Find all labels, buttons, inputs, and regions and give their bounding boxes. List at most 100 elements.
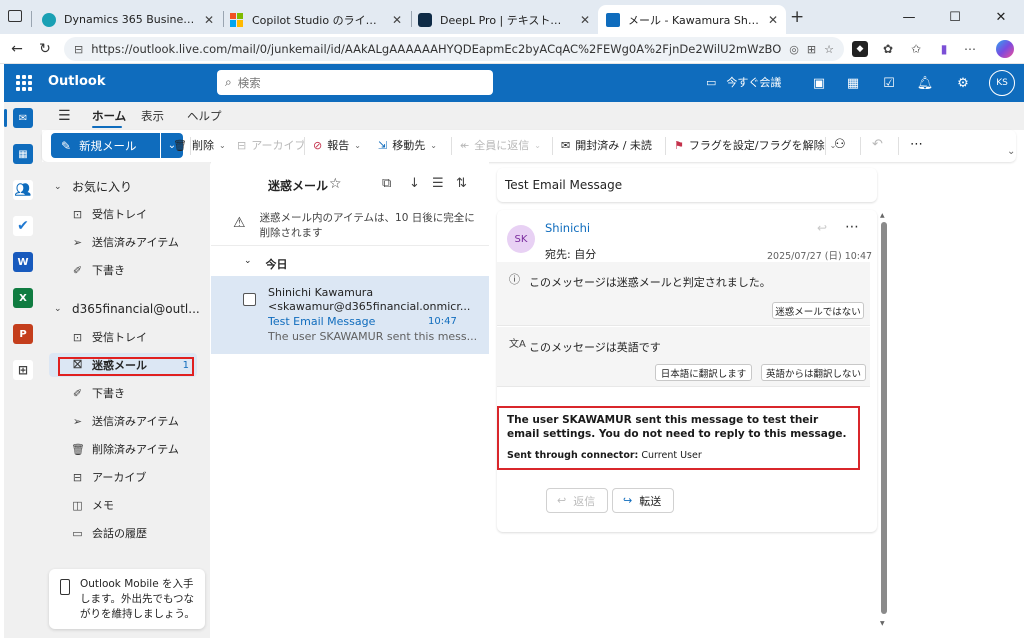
extensions-puzzle-icon[interactable]: ✿ xyxy=(880,41,896,57)
account-group[interactable]: ⌄ d365financial@outl... xyxy=(54,302,200,316)
more-actions-icon[interactable]: ⋯ xyxy=(910,137,923,152)
maximize-icon[interactable]: ☐ xyxy=(932,0,978,34)
select-mode-icon[interactable]: ⧉ xyxy=(382,176,391,191)
browser-tab-deepl[interactable]: DeepL Pro | テキスト、Wordその他の ✕ xyxy=(410,5,598,34)
settings-gear-icon[interactable]: ⚙ xyxy=(954,73,972,93)
browser-tab-dynamics[interactable]: Dynamics 365 Business Central ✕ xyxy=(34,5,222,34)
folder-notes[interactable]: ◫ メモ xyxy=(49,493,197,517)
favorites-icon[interactable]: ✩ xyxy=(908,41,924,57)
dynamics-favicon-icon xyxy=(42,12,56,27)
address-bar[interactable]: ⊟ https://outlook.live.com/mail/0/junkem… xyxy=(64,37,844,61)
word-icon[interactable]: W xyxy=(13,252,33,272)
folder-deleted[interactable]: 🗑︎ 削除済みアイテム xyxy=(49,437,197,461)
move-to-button[interactable]: ⇲ 移動先 ⌄ xyxy=(378,137,437,153)
copilot-icon[interactable] xyxy=(996,40,1014,58)
read-unread-button[interactable]: ✉ 開封済み / 未読 xyxy=(561,137,652,153)
to-value[interactable]: 自分 xyxy=(574,248,596,261)
todo-icon[interactable]: ☑ xyxy=(880,73,898,93)
sort-icon[interactable]: ⇅ xyxy=(456,176,467,191)
profile-extension-icon[interactable]: ▮ xyxy=(936,41,952,57)
ribbon-collapse-chevron-icon[interactable]: ⌄ xyxy=(1007,146,1015,157)
back-icon[interactable]: ← xyxy=(6,39,28,59)
close-tab-icon[interactable]: ✕ xyxy=(768,13,778,27)
browser-tab-copilot[interactable]: Copilot Studio のライセンス - Micro ✕ xyxy=(222,5,410,34)
folder-drafts[interactable]: ✐ 下書き xyxy=(49,381,197,405)
excel-icon[interactable]: X xyxy=(13,288,33,308)
folder-conversation-history[interactable]: ▭ 会話の履歴 xyxy=(49,521,197,545)
scroll-down-icon[interactable]: ▼ xyxy=(880,620,885,627)
sender-name[interactable]: Shinichi xyxy=(545,221,590,235)
folder-inbox[interactable]: ⊡ 受信トレイ xyxy=(49,325,197,349)
refresh-icon[interactable]: ↻ xyxy=(34,39,56,59)
onenote-icon[interactable]: ▦ xyxy=(844,73,862,93)
split-screen-icon[interactable]: ⊞ xyxy=(807,43,816,56)
scroll-up-icon[interactable]: ▲ xyxy=(880,212,885,219)
search-box[interactable]: ⌕ xyxy=(217,70,493,95)
delete-button[interactable]: 🗑︎ 削除 ⌄ xyxy=(173,137,226,153)
calendar-icon[interactable]: ▦ xyxy=(13,144,33,164)
app-launcher-icon[interactable] xyxy=(14,73,34,93)
tab-view[interactable]: 表示 xyxy=(141,108,164,124)
favorites-group[interactable]: ⌄ お気に入り xyxy=(54,178,132,195)
date-group-header[interactable]: ⌄ 今日 xyxy=(244,256,288,272)
translate-button[interactable]: 日本語に翻訳します xyxy=(655,364,752,381)
report-button[interactable]: ⊘ 報告 ⌄ xyxy=(313,137,361,153)
flag-button[interactable]: ⚑ フラグを設定/フラグを解除 ⌄ xyxy=(674,137,836,153)
close-tab-icon[interactable]: ✕ xyxy=(204,13,214,27)
site-info-icon[interactable]: ⊟ xyxy=(74,43,83,56)
account-avatar[interactable]: KS xyxy=(989,70,1015,96)
item-subject: Test Email Message xyxy=(268,315,376,328)
close-tab-icon[interactable]: ✕ xyxy=(580,13,590,27)
meet-now-button[interactable]: ▭ 今すぐ会議 xyxy=(706,74,781,90)
search-input[interactable] xyxy=(237,75,485,90)
mail-icon[interactable]: ✉ xyxy=(13,108,33,128)
hamburger-menu-icon[interactable]: ☰ xyxy=(58,108,71,124)
sender-avatar[interactable]: SK xyxy=(507,225,535,253)
apps-icon[interactable]: ⚇ xyxy=(834,137,846,152)
folder-sent[interactable]: ➢ 送信済みアイテム xyxy=(49,409,197,433)
reply-all-button[interactable]: ↞ 全員に返信 ⌄ xyxy=(460,137,541,153)
favorite-star-icon[interactable]: ☆ xyxy=(329,176,342,192)
jump-down-icon[interactable]: ↓ xyxy=(409,176,420,191)
teams-icon[interactable]: ▣ xyxy=(810,73,828,93)
favorite-star-icon[interactable]: ☆ xyxy=(824,43,834,56)
filter-icon[interactable]: ☰ xyxy=(432,176,444,191)
todo-check-icon[interactable]: ✔ xyxy=(13,216,33,236)
no-translate-button[interactable]: 英語からは翻訳しない xyxy=(761,364,866,381)
reply-button[interactable]: ↩ 返信 xyxy=(546,488,608,513)
people-icon[interactable]: 👥︎ xyxy=(13,180,33,200)
favorite-drafts[interactable]: ✐ 下書き xyxy=(49,258,197,282)
outlook-mobile-promo[interactable]: Outlook Mobile を入手します。外出先でもつながりを維持しましょう。 xyxy=(49,569,205,629)
new-tab-icon[interactable]: + xyxy=(790,7,804,27)
message-list-item[interactable]: Shinichi Kawamura <skawamur@d365financia… xyxy=(211,276,489,354)
reply-icon[interactable]: ↩ xyxy=(817,221,827,235)
favorite-inbox[interactable]: ⊡ 受信トレイ xyxy=(49,202,197,226)
more-options-icon[interactable]: ⋯ xyxy=(845,219,859,235)
notice-text: 迷惑メール内のアイテムは、10 日後に完全に削除されます xyxy=(259,212,475,239)
tab-home[interactable]: ホーム xyxy=(92,108,126,124)
new-mail-button[interactable]: ✎ 新規メール xyxy=(51,133,160,158)
archive-button[interactable]: ⊟ アーカイブ xyxy=(237,137,306,153)
browser-tab-outlook[interactable]: メール - Kawamura Shinichi - Outlo ✕ xyxy=(598,5,786,34)
not-junk-button[interactable]: 迷惑メールではない xyxy=(772,302,864,319)
powerpoint-icon[interactable]: P xyxy=(13,324,33,344)
tab-actions-icon[interactable] xyxy=(8,10,22,22)
flag-label: フラグを設定/フラグを解除 xyxy=(688,139,825,152)
tab-help[interactable]: ヘルプ xyxy=(187,108,222,124)
sent-icon: ➢ xyxy=(72,414,83,428)
more-icon[interactable]: ⋯ xyxy=(962,41,978,57)
close-tab-icon[interactable]: ✕ xyxy=(392,13,402,27)
undo-icon[interactable]: ↶ xyxy=(872,137,883,152)
message-date: 2025/07/27 (日) 10:47 xyxy=(767,251,873,262)
forward-button[interactable]: ↪ 転送 xyxy=(612,488,674,513)
extension-icon[interactable]: ◆ xyxy=(852,41,868,57)
favorite-sent[interactable]: ➢ 送信済みアイテム xyxy=(49,230,197,254)
close-window-icon[interactable]: ✕ xyxy=(978,0,1024,34)
minimize-icon[interactable]: — xyxy=(886,0,932,34)
more-apps-icon[interactable]: ⊞ xyxy=(13,360,33,380)
notifications-icon[interactable]: 🔔︎ xyxy=(916,73,934,93)
select-checkbox[interactable] xyxy=(243,293,256,306)
tracking-icon[interactable]: ◎ xyxy=(789,43,799,56)
reading-scrollbar[interactable] xyxy=(881,222,887,614)
folder-archive[interactable]: ⊟ アーカイブ xyxy=(49,465,197,489)
